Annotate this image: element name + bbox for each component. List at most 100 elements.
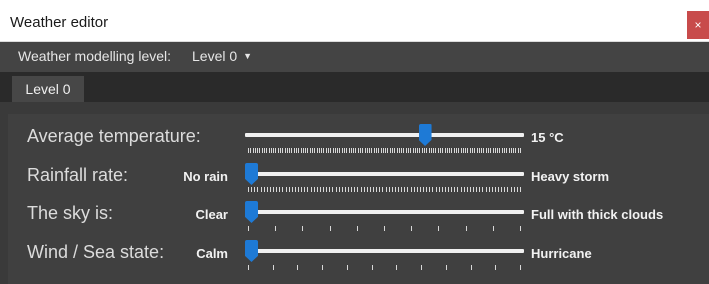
tick-mark (463, 148, 464, 153)
tick-mark (298, 187, 299, 192)
tick-mark (286, 187, 287, 192)
tick-mark (432, 187, 433, 192)
tick-mark (401, 148, 402, 153)
rainfall-rate-min-label: No rain (183, 169, 228, 184)
tick-mark (373, 187, 374, 192)
tick-mark (358, 148, 359, 153)
tick-mark (403, 148, 404, 153)
sky-label: The sky is: (27, 203, 114, 223)
tick-mark (312, 148, 313, 153)
tick-mark (382, 187, 383, 192)
tick-mark (438, 148, 439, 153)
tick-mark (483, 148, 484, 153)
tick-mark (495, 187, 496, 192)
sky-slider[interactable] (245, 210, 524, 214)
rainfall-rate-slider[interactable] (245, 172, 524, 176)
tick-mark (439, 187, 440, 192)
tick-mark (417, 187, 418, 192)
tick-mark (273, 148, 274, 153)
tab-level-0[interactable]: Level 0 (12, 76, 84, 102)
tick-mark (486, 187, 487, 192)
tick-mark (477, 148, 478, 153)
tick-mark (307, 187, 308, 192)
tick-mark (392, 148, 393, 153)
tick-mark (436, 187, 437, 192)
tick-mark (329, 187, 330, 192)
tick-mark (266, 148, 267, 153)
tick-mark (467, 187, 468, 192)
tick-mark (495, 265, 496, 270)
tick-mark (289, 148, 290, 153)
average-temperature-ticks (248, 148, 521, 154)
tick-mark (520, 148, 521, 153)
close-icon: × (694, 18, 702, 32)
tick-mark (411, 226, 412, 231)
title-bar: Weather editor × (0, 0, 709, 42)
tick-mark (457, 187, 458, 192)
tick-mark (390, 148, 391, 153)
tick-mark (333, 148, 334, 153)
tick-mark (458, 148, 459, 153)
tick-mark (296, 148, 297, 153)
tick-mark (351, 148, 352, 153)
tick-mark (470, 148, 471, 153)
tick-mark (515, 148, 516, 153)
tick-mark (520, 226, 521, 231)
tick-mark (406, 148, 407, 153)
tick-mark (466, 226, 467, 231)
tick-mark (493, 226, 494, 231)
rainfall-rate-slider-thumb[interactable] (245, 163, 258, 185)
tick-mark (248, 148, 249, 153)
tick-mark (376, 148, 377, 153)
tick-mark (289, 187, 290, 192)
average-temperature-label: Average temperature: (27, 126, 201, 146)
sky-slider-thumb[interactable] (245, 201, 258, 223)
tick-mark (257, 187, 258, 192)
average-temperature-slider-thumb[interactable] (418, 124, 432, 146)
tab-label: Level 0 (25, 81, 71, 97)
tick-mark (420, 187, 421, 192)
tick-mark (279, 187, 280, 192)
tick-mark (320, 187, 321, 192)
tick-mark (445, 187, 446, 192)
tick-mark (298, 148, 299, 153)
average-temperature-slider[interactable] (245, 133, 524, 137)
tick-mark (326, 187, 327, 192)
close-button[interactable]: × (687, 11, 709, 39)
sky-max-label: Full with thick clouds (531, 207, 664, 222)
tick-mark (497, 148, 498, 153)
tick-mark (387, 148, 388, 153)
wind-sea-state-slider[interactable] (245, 249, 524, 253)
modelling-level-value: Level 0 (192, 48, 238, 64)
tick-mark (372, 265, 373, 270)
tick-mark (379, 187, 380, 192)
tick-mark (481, 148, 482, 153)
tick-mark (342, 148, 343, 153)
tick-mark (317, 148, 318, 153)
modelling-level-dropdown[interactable]: Level 0 ▼ (192, 48, 252, 64)
tick-mark (339, 148, 340, 153)
tick-mark (479, 148, 480, 153)
wind-sea-state-min-label: Calm (196, 246, 228, 261)
wind-sea-state-slider-thumb[interactable] (245, 240, 258, 262)
wind-sea-state-ticks (248, 265, 521, 271)
tick-mark (314, 187, 315, 192)
tick-mark (273, 187, 274, 192)
tick-mark (337, 148, 338, 153)
tick-mark (504, 148, 505, 153)
tick-mark (486, 148, 487, 153)
tick-mark (347, 265, 348, 270)
tick-mark (440, 148, 441, 153)
tick-mark (424, 148, 425, 153)
tick-mark (474, 148, 475, 153)
tick-mark (305, 148, 306, 153)
tick-mark (301, 187, 302, 192)
tick-mark (291, 148, 292, 153)
tick-mark (449, 148, 450, 153)
tick-mark (257, 148, 258, 153)
tick-mark (395, 187, 396, 192)
tick-mark (369, 148, 370, 153)
tick-mark (254, 187, 255, 192)
tick-mark (517, 187, 518, 192)
tick-mark (307, 148, 308, 153)
